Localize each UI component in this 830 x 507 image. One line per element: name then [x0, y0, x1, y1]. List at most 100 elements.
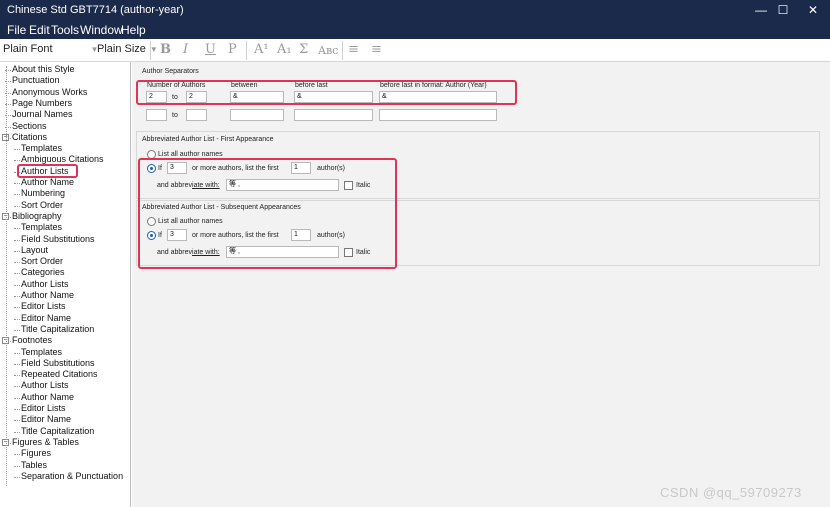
sidebar-item-field-substitutions[interactable]: Field Substitutions: [21, 358, 95, 368]
font-select-value: Plain Font: [3, 43, 53, 55]
tree-connector: [14, 239, 20, 241]
authors-to-field-2[interactable]: [186, 109, 207, 121]
sidebar-item-editor-name[interactable]: Editor Name: [21, 414, 71, 424]
tree-connector: [14, 431, 20, 433]
authors-from-field-2[interactable]: [146, 109, 167, 121]
sidebar-item-about-this-style[interactable]: About this Style: [12, 64, 75, 74]
sidebar-item-bibliography[interactable]: Bibliography: [12, 211, 62, 221]
tree-connector: [14, 307, 20, 309]
sidebar-item-editor-lists[interactable]: Editor Lists: [21, 403, 66, 413]
before-last-field-2[interactable]: [294, 109, 373, 121]
tree-connector: [14, 329, 20, 331]
tree-connector: [14, 420, 20, 422]
sidebar-item-sort-order[interactable]: Sort Order: [21, 200, 63, 210]
tree-connector: [14, 262, 20, 264]
align-left-button[interactable]: ≡: [348, 42, 359, 57]
sidebar-item-author-lists[interactable]: Author Lists: [21, 279, 69, 289]
sidebar-item-punctuation[interactable]: Punctuation: [12, 75, 60, 85]
italic-button[interactable]: I: [183, 42, 188, 57]
sidebar-item-categories[interactable]: Categories: [21, 267, 65, 277]
maximize-button[interactable]: ☐: [768, 0, 798, 21]
sidebar-item-figures[interactable]: Figures: [21, 448, 51, 458]
symbol-button[interactable]: Σ: [299, 42, 308, 57]
sidebar-item-editor-lists[interactable]: Editor Lists: [21, 301, 66, 311]
tree-connector: [14, 250, 20, 252]
sidebar-item-layout[interactable]: Layout: [21, 245, 48, 255]
tree-connector: [14, 465, 20, 467]
watermark: CSDN @qq_59709273: [660, 485, 802, 500]
subscript-button[interactable]: A₁: [277, 42, 292, 57]
tree-connector: [14, 386, 20, 388]
sidebar-item-footnotes[interactable]: Footnotes: [12, 335, 52, 345]
tree-connector: [14, 397, 20, 399]
menu-help[interactable]: Help: [121, 23, 146, 37]
highlight-box: [136, 80, 517, 105]
before-last-format-field-2[interactable]: [379, 109, 497, 121]
sidebar-item-author-name[interactable]: Author Name: [21, 177, 74, 187]
tree-connector: [14, 284, 20, 286]
close-button[interactable]: ✕: [798, 0, 828, 21]
sidebar-item-citations[interactable]: Citations: [12, 132, 47, 142]
chevron-down-icon: ▼: [149, 45, 158, 54]
sidebar-item-page-numbers[interactable]: Page Numbers: [12, 98, 72, 108]
tree-connector: [14, 409, 20, 410]
sidebar-item-author-name[interactable]: Author Name: [21, 392, 74, 402]
sidebar-item-figures-tables[interactable]: Figures & Tables: [12, 437, 79, 447]
plain-button[interactable]: P: [228, 42, 237, 57]
style-sections-tree: About this Style Punctuation Anonymous Wor…: [0, 62, 131, 507]
tree-trunk: [6, 66, 7, 486]
tree-connector: [14, 352, 20, 354]
to-label-2: to: [172, 112, 178, 119]
sidebar-item-templates[interactable]: Templates: [21, 143, 62, 153]
sidebar-item-numbering[interactable]: Numbering: [21, 188, 65, 198]
sidebar-item-anonymous-works[interactable]: Anonymous Works: [12, 87, 87, 97]
menu-file[interactable]: File: [7, 23, 26, 37]
align-center-button[interactable]: ≡: [371, 42, 382, 57]
sidebar-item-editor-name[interactable]: Editor Name: [21, 313, 71, 323]
sidebar-item-ambiguous-citations[interactable]: Ambiguous Citations: [21, 154, 104, 164]
font-select[interactable]: Plain Font ▼: [3, 43, 98, 55]
sidebar-item-tables[interactable]: Tables: [21, 460, 47, 470]
toolbar-divider: [150, 41, 151, 60]
tree-connector: [14, 296, 20, 297]
tree-connector: [14, 160, 20, 162]
sidebar-item-templates[interactable]: Templates: [21, 347, 62, 357]
size-select[interactable]: Plain Size ▼: [97, 43, 158, 55]
sidebar-item-title-capitalization[interactable]: Title Capitalization: [21, 324, 94, 334]
sidebar-item-sections[interactable]: Sections: [12, 121, 47, 131]
sidebar-item-title-capitalization[interactable]: Title Capitalization: [21, 426, 94, 436]
toolbar-divider: [342, 41, 343, 60]
menu-window[interactable]: Window: [80, 23, 123, 37]
tree-connector: [14, 228, 20, 230]
sidebar-item-author-name[interactable]: Author Name: [21, 290, 74, 300]
toolbar-divider: [246, 41, 247, 60]
menu-edit[interactable]: Edit: [29, 23, 50, 37]
tree-connector: [14, 363, 20, 365]
tree-connector: [14, 273, 20, 275]
tree-connector: [14, 183, 20, 184]
underline-button[interactable]: U: [205, 42, 216, 57]
tree-connector: [14, 454, 20, 456]
sidebar-item-repeated-citations[interactable]: Repeated Citations: [21, 369, 98, 379]
tree-connector: [14, 375, 20, 377]
tree-connector: [14, 318, 20, 320]
bold-button[interactable]: B: [160, 42, 171, 57]
sidebar-item-sort-order[interactable]: Sort Order: [21, 256, 63, 266]
separators-heading: Author Separators: [142, 68, 199, 75]
author-lists-panel: Author Separators Number of Authors betw…: [132, 62, 830, 507]
menu-bar: File Edit Tools Window Help: [0, 21, 830, 39]
sidebar-item-templates[interactable]: Templates: [21, 222, 62, 232]
between-field-2[interactable]: [230, 109, 284, 121]
tree-connector: [14, 149, 20, 151]
sidebar-item-author-lists[interactable]: Author Lists: [21, 380, 69, 390]
sidebar-item-journal-names[interactable]: Journal Names: [12, 109, 73, 119]
superscript-button[interactable]: A¹: [254, 42, 269, 57]
small-caps-button[interactable]: Aʙᴄ: [318, 44, 338, 57]
sidebar-item-field-substitutions[interactable]: Field Substitutions: [21, 234, 95, 244]
menu-tools[interactable]: Tools: [51, 23, 79, 37]
tree-connector: [14, 194, 20, 196]
highlight-box: [138, 158, 397, 269]
window-title: Chinese Std GBT7714 (author-year): [7, 4, 184, 16]
tree-connector: [14, 476, 20, 478]
sidebar-item-separation-punctuation[interactable]: Separation & Punctuation: [21, 471, 123, 481]
